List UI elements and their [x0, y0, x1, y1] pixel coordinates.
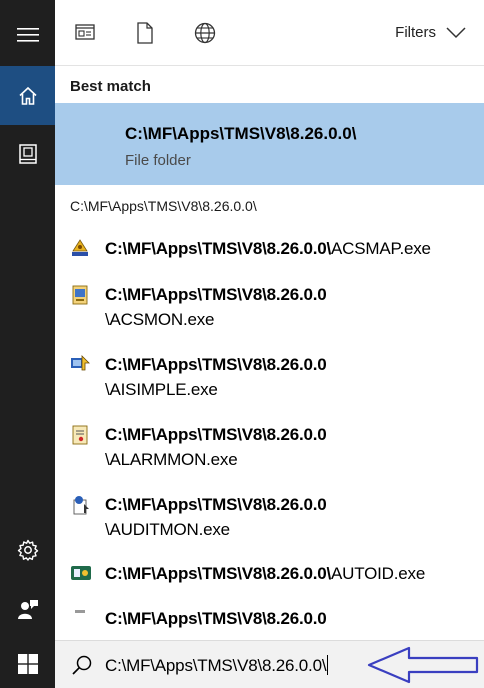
start-menu-rail — [0, 0, 55, 640]
filter-toolbar: Filters — [55, 0, 484, 66]
best-match-subtitle: File folder — [125, 152, 191, 169]
result-filename: \AISIMPLE.exe — [105, 380, 218, 399]
best-match-title: C:\MF\Apps\TMS\V8\8.26.0.0\ — [125, 124, 357, 143]
result-path: C:\MF\Apps\TMS\V8\8.26.0.0\ — [105, 239, 332, 258]
text-caret — [327, 655, 329, 675]
search-icon — [72, 655, 92, 675]
result-path: C:\MF\Apps\TMS\V8\8.26.0.0 — [105, 609, 327, 628]
result-filename: \AUDITMON.exe — [105, 520, 230, 539]
result-item[interactable]: C:\MF\Apps\TMS\V8\8.26.0.0 — [55, 606, 484, 640]
result-path: C:\MF\Apps\TMS\V8\8.26.0.0 — [105, 355, 327, 374]
chevron-down-icon — [446, 26, 466, 38]
auditmon-app-icon — [73, 496, 89, 515]
home-button[interactable] — [0, 66, 55, 125]
result-path: C:\MF\Apps\TMS\V8\8.26.0.0 — [105, 285, 327, 304]
result-path: C:\MF\Apps\TMS\V8\8.26.0.0 — [105, 495, 327, 514]
results-group-heading: C:\MF\Apps\TMS\V8\8.26.0.0\ — [70, 198, 257, 214]
result-filename: ACSMAP.exe — [331, 239, 431, 258]
result-path: C:\MF\Apps\TMS\V8\8.26.0.0 — [105, 425, 327, 444]
result-item[interactable]: C:\MF\Apps\TMS\V8\8.26.0.0 \ACSMON.exe — [55, 282, 484, 336]
annotation-arrow-icon — [367, 646, 479, 684]
apps-icon[interactable] — [75, 22, 95, 42]
best-match-result[interactable]: C:\MF\Apps\TMS\V8\8.26.0.0\ File folder — [55, 103, 484, 185]
notebook-icon — [18, 144, 37, 164]
result-item[interactable]: C:\MF\Apps\TMS\V8\8.26.0.0\AUTOID.exe — [55, 561, 484, 593]
result-filename: \ACSMON.exe — [105, 310, 215, 329]
windows-logo-icon — [17, 654, 38, 674]
documents-icon[interactable] — [136, 22, 154, 44]
expand-menu-button[interactable] — [0, 6, 55, 64]
aisimple-app-icon — [71, 355, 90, 371]
home-icon — [18, 86, 37, 105]
filters-label: Filters — [395, 24, 436, 41]
result-filename: \ALARMMON.exe — [105, 450, 238, 469]
user-feedback-icon — [17, 600, 38, 619]
acsmap-app-icon — [72, 239, 88, 256]
result-filename: AUTOID.exe — [331, 564, 426, 583]
result-item[interactable]: C:\MF\Apps\TMS\V8\8.26.0.0 \ALARMMON.exe — [55, 422, 484, 476]
autoid-app-icon — [71, 566, 91, 580]
app-icon — [75, 610, 85, 613]
alarmmon-app-icon — [72, 425, 88, 445]
search-box[interactable]: C:\MF\Apps\TMS\V8\8.26.0.0\ — [55, 640, 484, 688]
hamburger-icon — [16, 28, 39, 42]
result-item[interactable]: C:\MF\Apps\TMS\V8\8.26.0.0 \AUDITMON.exe — [55, 492, 484, 546]
search-input[interactable]: C:\MF\Apps\TMS\V8\8.26.0.0\ — [105, 655, 329, 676]
feedback-button[interactable] — [0, 580, 55, 638]
result-item[interactable]: C:\MF\Apps\TMS\V8\8.26.0.0\ACSMAP.exe — [55, 236, 484, 268]
documents-button[interactable] — [0, 125, 55, 183]
windows-start-button[interactable] — [0, 640, 55, 688]
result-item[interactable]: C:\MF\Apps\TMS\V8\8.26.0.0 \AISIMPLE.exe — [55, 352, 484, 406]
web-icon[interactable] — [194, 22, 216, 44]
filters-button[interactable]: Filters — [395, 24, 466, 41]
search-input-value: C:\MF\Apps\TMS\V8\8.26.0.0\ — [105, 656, 327, 675]
result-path: C:\MF\Apps\TMS\V8\8.26.0.0\ — [105, 564, 332, 583]
gear-icon — [17, 539, 38, 561]
acsmon-app-icon — [72, 285, 88, 305]
settings-button[interactable] — [0, 521, 55, 579]
best-match-heading: Best match — [70, 78, 151, 95]
